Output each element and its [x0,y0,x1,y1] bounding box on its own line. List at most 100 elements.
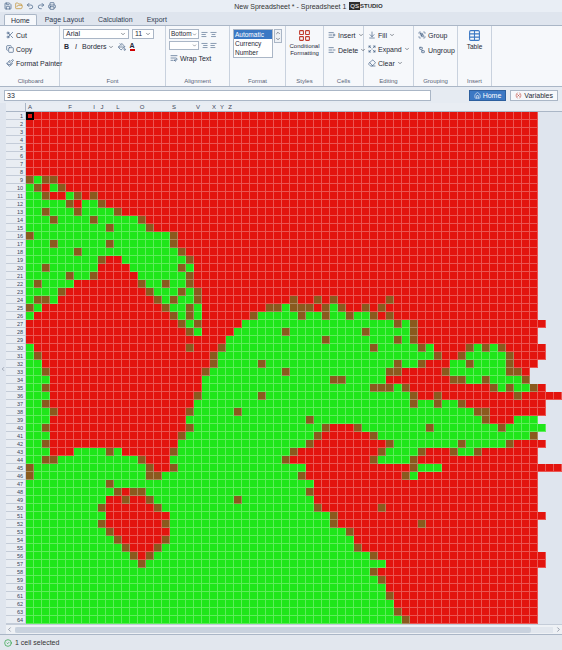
cell[interactable] [114,144,122,152]
cell[interactable] [274,304,282,312]
cell[interactable] [250,264,258,272]
cell[interactable] [170,184,178,192]
cell[interactable] [234,168,242,176]
cell[interactable] [386,208,394,216]
cell[interactable] [130,168,138,176]
cell[interactable] [26,304,34,312]
cell[interactable] [138,176,146,184]
cell[interactable] [426,320,434,328]
cell[interactable] [130,328,138,336]
cell[interactable] [50,280,58,288]
cell[interactable] [66,184,74,192]
cell[interactable] [458,216,466,224]
cell[interactable] [170,248,178,256]
cell[interactable] [66,168,74,176]
cell[interactable] [178,144,186,152]
cell[interactable] [490,312,498,320]
cell[interactable] [170,208,178,216]
cell[interactable] [322,160,330,168]
cell[interactable] [386,120,394,128]
cell[interactable] [298,232,306,240]
cell[interactable] [530,264,538,272]
cell[interactable] [298,192,306,200]
cell[interactable] [194,224,202,232]
cell[interactable] [122,320,130,328]
cell[interactable] [514,200,522,208]
cell[interactable] [258,296,266,304]
cell[interactable] [394,136,402,144]
cell[interactable] [210,176,218,184]
cell[interactable] [482,272,490,280]
cell[interactable] [282,240,290,248]
cell[interactable] [306,176,314,184]
cell[interactable] [482,192,490,200]
cell[interactable] [442,280,450,288]
cell[interactable] [138,168,146,176]
cell[interactable] [154,304,162,312]
cell[interactable] [42,288,50,296]
cell[interactable] [490,160,498,168]
cell[interactable] [482,168,490,176]
cell[interactable] [74,264,82,272]
column-header[interactable]: F [66,103,74,111]
cell[interactable] [146,328,154,336]
cell[interactable] [514,296,522,304]
cell[interactable] [354,328,362,336]
cell[interactable] [346,272,354,280]
cell[interactable] [138,128,146,136]
cell[interactable] [186,144,194,152]
cell[interactable] [74,240,82,248]
cell[interactable] [74,128,82,136]
cell[interactable] [458,176,466,184]
cell[interactable] [82,256,90,264]
cell[interactable] [138,312,146,320]
cell[interactable] [242,224,250,232]
cell[interactable] [202,168,210,176]
cell[interactable] [522,200,530,208]
cell[interactable] [202,160,210,168]
cell[interactable] [130,256,138,264]
cell[interactable] [498,320,506,328]
cell[interactable] [362,160,370,168]
cell[interactable] [146,280,154,288]
cell[interactable] [498,128,506,136]
cell[interactable] [218,240,226,248]
column-header[interactable] [426,103,434,111]
cell[interactable] [442,112,450,120]
cell[interactable] [98,248,106,256]
view-button[interactable]: Home [469,90,507,101]
cell[interactable] [106,168,114,176]
cell[interactable] [50,160,58,168]
cell[interactable] [314,184,322,192]
cell[interactable] [226,280,234,288]
cell[interactable] [410,112,418,120]
cell[interactable] [386,248,394,256]
cell[interactable] [146,176,154,184]
cell[interactable] [434,112,442,120]
row-header[interactable]: 4 [6,136,26,144]
cell[interactable] [306,296,314,304]
cell[interactable] [474,216,482,224]
cell[interactable] [82,176,90,184]
cell[interactable] [26,248,34,256]
cell[interactable] [282,232,290,240]
cell[interactable] [298,112,306,120]
cell[interactable] [490,224,498,232]
cell[interactable] [322,232,330,240]
cell[interactable] [274,264,282,272]
column-header[interactable] [418,103,426,111]
column-header[interactable]: O [138,103,146,111]
cell[interactable] [194,272,202,280]
cell[interactable] [202,272,210,280]
cell[interactable] [338,160,346,168]
cell[interactable] [474,128,482,136]
cell[interactable] [402,232,410,240]
cell[interactable] [242,184,250,192]
cell[interactable] [226,136,234,144]
cell[interactable] [210,224,218,232]
cell[interactable] [378,216,386,224]
row-header[interactable]: 25 [6,304,26,312]
cell[interactable] [66,176,74,184]
cell[interactable] [242,136,250,144]
cell[interactable] [178,136,186,144]
